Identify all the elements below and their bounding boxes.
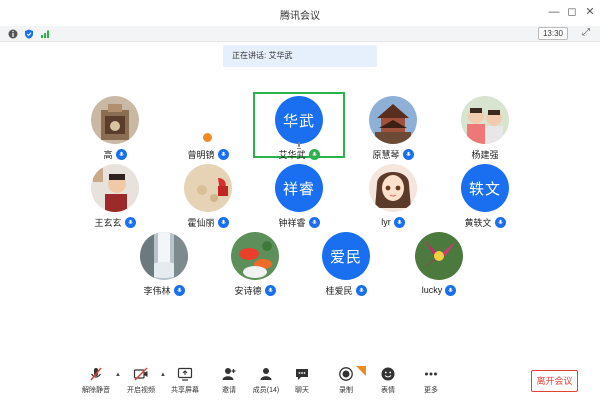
participant-tile[interactable]: 安诗德 [207, 228, 303, 306]
microphone-icon[interactable] [445, 284, 457, 296]
participant-tile[interactable]: 霍仙丽 [160, 160, 256, 238]
avatar [461, 96, 509, 144]
unmute-button[interactable]: 解除静音 [76, 366, 116, 398]
minimize-icon[interactable]: — [546, 4, 562, 20]
fullscreen-icon[interactable]: ⤢ [582, 27, 590, 38]
microphone-icon[interactable] [308, 216, 320, 228]
participant-tile[interactable]: 爱民 桂爱民 [298, 228, 394, 306]
avatar [369, 164, 417, 212]
avatar: 爱民 [322, 232, 370, 280]
avatar [91, 164, 139, 212]
avatar [415, 232, 463, 280]
host-badge-icon [203, 133, 212, 142]
reactions-button[interactable]: 表情 [368, 366, 408, 398]
participant-name: 桂爱民 [325, 285, 353, 296]
microphone-icon[interactable] [217, 148, 229, 160]
microphone-speaking-icon[interactable] [308, 148, 320, 160]
participant-tile[interactable]: 王玄玄 [67, 160, 163, 238]
participant-tile[interactable]: 高 [67, 92, 163, 170]
more-icon [425, 372, 437, 376]
members-icon [260, 368, 272, 380]
participant-name: 高 [103, 149, 113, 160]
chat-button[interactable]: 聊天 [282, 366, 322, 398]
status-bar: 13:30 ⤢ [0, 26, 600, 42]
participant-name: 李伟林 [143, 285, 171, 296]
microphone-icon[interactable] [494, 216, 506, 228]
avatar: 轶文 [461, 164, 509, 212]
participant-tile[interactable]: lyr [345, 160, 441, 238]
window-title: 腾讯会议 [280, 11, 320, 22]
share-screen-button[interactable]: 共享屏幕 [165, 366, 205, 398]
microphone-muted-icon [90, 367, 102, 381]
microphone-icon[interactable] [264, 284, 276, 296]
participant-tile[interactable]: 李伟林 [116, 228, 212, 306]
participant-tile[interactable]: 华武 艾华武 [251, 92, 347, 170]
info-icon[interactable] [8, 29, 18, 39]
participant-tile[interactable]: 轶文 黄轶文 [437, 160, 533, 238]
title-bar: 腾讯会议 — ◻ ✕ [0, 0, 600, 26]
participant-name: 安诗德 [234, 285, 262, 296]
participant-name: lyr [381, 217, 391, 227]
avatar: 祥睿 [275, 164, 323, 212]
microphone-icon[interactable] [173, 284, 185, 296]
record-icon [339, 367, 353, 381]
participant-name: 曾明镜 [187, 149, 215, 160]
emoji-icon [381, 367, 395, 381]
maximize-icon[interactable]: ◻ [564, 4, 580, 20]
participant-tile[interactable]: 祥睿 钟祥睿 [251, 160, 347, 238]
participant-name: 钟祥睿 [278, 217, 306, 228]
microphone-icon[interactable] [124, 216, 136, 228]
microphone-icon[interactable] [355, 284, 367, 296]
close-icon[interactable]: ✕ [582, 4, 598, 20]
leave-meeting-button[interactable]: 离开会议 [531, 370, 578, 392]
microphone-icon[interactable] [402, 148, 414, 160]
microphone-icon[interactable] [115, 148, 127, 160]
participant-name: 杨建强 [471, 149, 499, 160]
signal-icon[interactable] [40, 29, 50, 39]
participant-tile[interactable]: 杨建强 [437, 92, 533, 170]
participant-name: 黄轶文 [464, 217, 492, 228]
microphone-icon[interactable] [393, 216, 405, 228]
avatar [140, 232, 188, 280]
add-user-icon [222, 368, 236, 380]
share-screen-icon [177, 367, 193, 381]
avatar [369, 96, 417, 144]
shield-icon[interactable] [24, 29, 34, 39]
participant-name: 原慧琴 [372, 149, 400, 160]
participant-tile[interactable]: 原慧琴 [345, 92, 441, 170]
camera-off-icon [133, 367, 148, 381]
participant-tile[interactable]: 曾明镜 [160, 92, 256, 170]
record-new-badge-icon [356, 366, 366, 376]
microphone-icon[interactable] [217, 216, 229, 228]
more-button[interactable]: 更多 [411, 366, 451, 398]
avatar [231, 232, 279, 280]
chat-icon [296, 369, 308, 380]
invite-button[interactable]: 邀请 [209, 366, 249, 398]
participant-name: 王玄玄 [94, 217, 122, 228]
speaking-banner: 正在讲话: 艾华武 [223, 45, 377, 67]
avatar: 华武 [275, 96, 323, 144]
meeting-timer: 13:30 [537, 27, 568, 40]
participant-tile[interactable]: lucky [391, 228, 487, 306]
avatar [91, 96, 139, 144]
start-video-button[interactable]: 开启视频 [121, 366, 161, 398]
speaking-indicator-icon [297, 142, 301, 149]
bottom-toolbar: 解除静音 ▲ 开启视频 ▲ 共享屏幕 邀请 成员(14) 聊天 录制 表情 更多 [0, 362, 600, 400]
participant-name: 霍仙丽 [187, 217, 215, 228]
avatar [184, 164, 232, 212]
members-button[interactable]: 成员(14) [246, 366, 286, 398]
participant-name: lucky [421, 285, 443, 295]
